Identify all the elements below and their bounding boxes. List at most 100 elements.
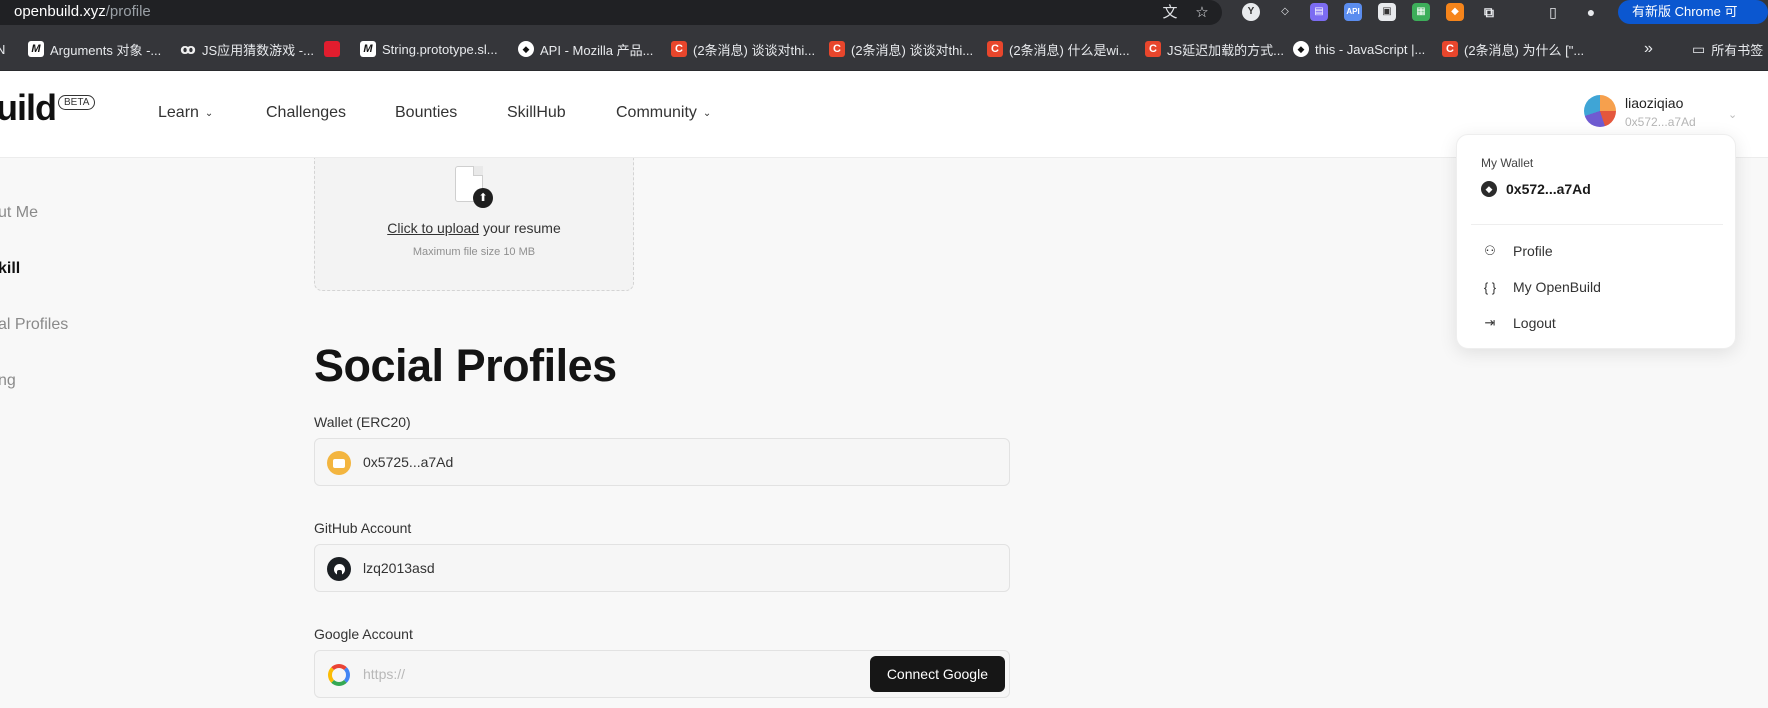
red-bookmark-icon: [324, 41, 340, 57]
resume-upload-dropzone[interactable]: ⬆ Click to upload your resume Maximum fi…: [314, 158, 634, 291]
bookmark-item[interactable]: [324, 39, 340, 59]
bookmark-item[interactable]: ◆ API - Mozilla 产品...: [518, 39, 653, 59]
all-bookmarks-button[interactable]: ▭ 所有书签: [1692, 39, 1763, 59]
extension-icon[interactable]: Y: [1242, 3, 1260, 21]
divider: [1471, 224, 1723, 225]
nav-challenges[interactable]: Challenges: [266, 104, 346, 122]
user-dropdown-menu: My Wallet ◆ 0x572...a7Ad ⚇ Profile { } M…: [1456, 134, 1736, 349]
puzzle-icon[interactable]: ⧉: [1480, 3, 1498, 21]
chevron-down-icon: ⌄: [204, 107, 214, 119]
mdn-m-icon: M: [360, 41, 376, 57]
chevron-double-icon: »: [1644, 40, 1653, 57]
url-path: /profile: [105, 3, 151, 20]
braces-icon: { }: [1483, 279, 1497, 295]
bookmark-label: (2条消息) 为什么 ["...: [1464, 42, 1585, 58]
wallet-field[interactable]: 0x5725...a7Ad: [314, 438, 1010, 486]
nav-label: Learn: [158, 104, 199, 121]
nav-label: SkillHub: [507, 104, 566, 121]
csdn-c-icon: C: [1145, 41, 1161, 57]
my-wallet-caption: My Wallet: [1481, 156, 1534, 170]
user-name[interactable]: liaoziqiao: [1625, 95, 1683, 111]
translate-icon[interactable]: 文: [1160, 3, 1180, 23]
metamask-icon[interactable]: ◆: [1446, 3, 1464, 21]
upload-max-size: Maximum file size 10 MB: [412, 246, 536, 258]
bookmark-label: (2条消息) 谈谈对thi...: [851, 42, 974, 58]
sidebar-item-skill[interactable]: kill: [0, 260, 20, 278]
menu-item-profile[interactable]: ⚇ Profile: [1481, 243, 1553, 259]
page-title: Social Profiles: [314, 340, 617, 391]
chevron-down-icon: ⌄: [702, 107, 712, 119]
gh-icon: ꚙ: [180, 40, 196, 57]
site-logo[interactable]: uild: [0, 87, 57, 129]
menu-item-label: Logout: [1513, 315, 1556, 331]
menu-item-my-openbuild[interactable]: { } My OpenBuild: [1481, 279, 1601, 295]
browser-toolbar: openbuild.xyz/profile 文 ☆ Y ◇ ▤ API ▣ ▦ …: [0, 0, 1768, 43]
bookmark-item[interactable]: C (2条消息) 谈谈对thi...: [671, 39, 815, 59]
extension-icon[interactable]: ▣: [1378, 3, 1396, 21]
bookmark-item[interactable]: C (2条消息) 谈谈对thi...: [829, 39, 973, 59]
chevron-down-icon[interactable]: ⌄: [1728, 108, 1737, 121]
bookmark-item[interactable]: ◆ this - JavaScript |...: [1293, 39, 1425, 59]
csdn-c-icon: C: [987, 41, 1003, 57]
profile-icon[interactable]: ●: [1582, 3, 1600, 21]
bookmark-item[interactable]: M String.prototype.sl...: [360, 39, 498, 59]
bookmark-label: (2条消息) 谈谈对thi...: [693, 42, 816, 58]
nav-bounties[interactable]: Bounties: [395, 104, 457, 122]
upload-link[interactable]: Click to upload: [387, 220, 479, 236]
sidebar-item-setting[interactable]: ng: [0, 372, 16, 390]
wallet-address[interactable]: ◆ 0x572...a7Ad: [1481, 181, 1591, 197]
bookmark-item[interactable]: M Arguments 对象 -...: [28, 39, 161, 59]
wallet-address-text: 0x572...a7Ad: [1506, 181, 1591, 197]
wallet-icon: [327, 451, 351, 475]
github-label: GitHub Account: [314, 520, 412, 536]
google-placeholder: https://: [363, 666, 406, 682]
bookmark-item[interactable]: ꚙ JS应用猜数游戏 -...: [180, 39, 314, 59]
folder-icon: ▭: [1692, 40, 1706, 57]
csdn-c-icon: C: [829, 41, 845, 57]
beta-badge: BETA: [58, 95, 96, 110]
connect-google-button[interactable]: Connect Google: [869, 656, 1005, 692]
star-icon[interactable]: ☆: [1192, 3, 1212, 23]
bookmark-label: JS延迟加载的方式...: [1167, 42, 1285, 58]
mdn-dino-icon: ◆: [518, 41, 534, 57]
user-icon: ⚇: [1484, 243, 1496, 258]
menu-item-label: Profile: [1513, 243, 1553, 259]
sidebar-item-about-me[interactable]: ut Me: [0, 204, 38, 222]
github-icon: [327, 557, 351, 581]
user-address: 0x572...a7Ad: [1625, 115, 1696, 129]
bookmarks-bar: N M Arguments 对象 -... ꚙ JS应用猜数游戏 -... M Str…: [0, 25, 1768, 71]
url-text[interactable]: openbuild.xyz/profile: [14, 3, 151, 20]
nav-label: Bounties: [395, 104, 458, 121]
nav-learn[interactable]: Learn ⌄: [158, 104, 213, 122]
bookmark-item[interactable]: C (2条消息) 为什么 ["...: [1442, 39, 1584, 59]
bookmark-truncated[interactable]: N: [0, 39, 5, 59]
github-field[interactable]: lzq2013asd: [314, 544, 1010, 592]
mdn-m-icon: M: [28, 41, 44, 57]
mdn-dino-icon: ◆: [1293, 41, 1309, 57]
bookmark-item[interactable]: C (2条消息) 什么是wi...: [987, 39, 1130, 59]
update-chrome-button[interactable]: 有新版 Chrome 可用 ⋮: [1618, 0, 1768, 43]
bookmark-label: N: [0, 41, 6, 57]
google-field[interactable]: https:// Connect Google: [314, 650, 1010, 698]
address-bar[interactable]: openbuild.xyz/profile 文 ☆: [0, 0, 1222, 25]
menu-item-logout[interactable]: ⇥ Logout: [1481, 315, 1556, 331]
bookmark-item[interactable]: C JS延迟加载的方式...: [1145, 39, 1284, 59]
csdn-c-icon: C: [1442, 41, 1458, 57]
sidepanel-icon[interactable]: ▯: [1544, 3, 1562, 21]
avatar[interactable]: [1584, 95, 1616, 127]
extension-icon[interactable]: ▤: [1310, 3, 1328, 21]
api-extension-icon[interactable]: API: [1344, 3, 1362, 21]
logout-icon: ⇥: [1484, 315, 1496, 330]
sidebar-item-social-profiles[interactable]: al Profiles: [0, 316, 68, 334]
extension-icon[interactable]: ▦: [1412, 3, 1430, 21]
wallet-label: Wallet (ERC20): [314, 414, 411, 430]
bookmarks-overflow-button[interactable]: »: [1644, 39, 1653, 59]
nav-community[interactable]: Community ⌄: [616, 104, 711, 122]
all-bookmarks-label: 所有书签: [1711, 42, 1764, 58]
upload-instructions: Click to upload your resume: [315, 220, 633, 236]
nav-skillhub[interactable]: SkillHub: [507, 104, 566, 122]
wallet-value: 0x5725...a7Ad: [363, 454, 454, 470]
upload-icon: ⬆: [473, 188, 493, 208]
extension-icon[interactable]: ◇: [1276, 3, 1294, 21]
ethereum-icon: ◆: [1481, 181, 1497, 197]
